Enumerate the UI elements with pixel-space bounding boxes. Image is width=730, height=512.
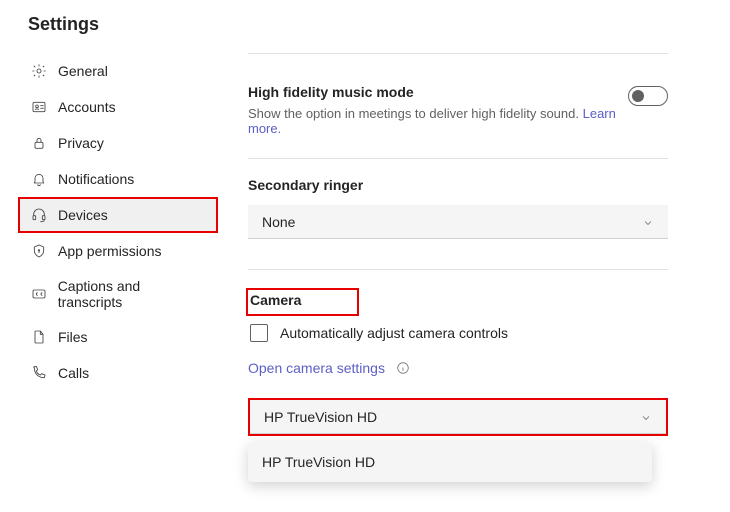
id-card-icon <box>30 98 48 116</box>
bell-icon <box>30 170 48 188</box>
auto-adjust-label: Automatically adjust camera controls <box>280 325 508 341</box>
music-mode-section: High fidelity music mode Show the option… <box>248 54 668 158</box>
headset-icon <box>30 206 48 224</box>
camera-title-highlight: Camera <box>246 288 359 316</box>
sidebar-item-label: Devices <box>58 207 108 223</box>
sidebar-item-devices[interactable]: Devices <box>18 197 218 233</box>
sidebar-item-app-permissions[interactable]: App permissions <box>18 233 218 269</box>
info-icon <box>395 360 411 376</box>
settings-sidebar: General Accounts Privacy Notifications <box>0 53 224 512</box>
music-mode-title: High fidelity music mode <box>248 84 628 100</box>
lock-icon <box>30 134 48 152</box>
open-camera-settings-link[interactable]: Open camera settings <box>248 360 385 376</box>
settings-main: High fidelity music mode Show the option… <box>224 53 730 512</box>
camera-select[interactable]: HP TrueVision HD <box>250 400 666 434</box>
chevron-down-icon <box>642 216 654 228</box>
sidebar-item-general[interactable]: General <box>18 53 218 89</box>
auto-adjust-checkbox[interactable] <box>250 324 268 342</box>
camera-section: Camera Automatically adjust camera contr… <box>248 270 668 482</box>
secondary-ringer-title: Secondary ringer <box>248 177 668 193</box>
gear-icon <box>30 62 48 80</box>
secondary-ringer-value: None <box>262 214 295 230</box>
secondary-ringer-select[interactable]: None <box>248 205 668 239</box>
sidebar-item-files[interactable]: Files <box>18 319 218 355</box>
camera-select-highlight: HP TrueVision HD <box>248 398 668 436</box>
camera-select-value: HP TrueVision HD <box>264 409 377 425</box>
shield-icon <box>30 242 48 260</box>
phone-icon <box>30 364 48 382</box>
page-title: Settings <box>0 0 730 53</box>
music-mode-toggle[interactable] <box>628 86 668 106</box>
sidebar-item-notifications[interactable]: Notifications <box>18 161 218 197</box>
sidebar-item-label: Files <box>58 329 88 345</box>
sidebar-item-captions[interactable]: Captions and transcripts <box>18 269 218 319</box>
sidebar-item-label: Privacy <box>58 135 104 151</box>
camera-title: Camera <box>250 292 301 308</box>
music-mode-desc-text: Show the option in meetings to deliver h… <box>248 106 579 121</box>
sidebar-item-label: Captions and transcripts <box>58 278 206 310</box>
music-mode-desc: Show the option in meetings to deliver h… <box>248 106 628 136</box>
sidebar-item-label: App permissions <box>58 243 162 259</box>
sidebar-item-label: Notifications <box>58 171 134 187</box>
sidebar-item-label: Accounts <box>58 99 116 115</box>
sidebar-item-calls[interactable]: Calls <box>18 355 218 391</box>
sidebar-item-accounts[interactable]: Accounts <box>18 89 218 125</box>
sidebar-item-privacy[interactable]: Privacy <box>18 125 218 161</box>
auto-adjust-row: Automatically adjust camera controls <box>248 324 668 342</box>
cc-icon <box>30 285 48 303</box>
secondary-ringer-section: Secondary ringer None <box>248 159 668 269</box>
sidebar-item-label: Calls <box>58 365 89 381</box>
sidebar-item-label: General <box>58 63 108 79</box>
camera-option[interactable]: HP TrueVision HD <box>248 442 652 482</box>
camera-dropdown: HP TrueVision HD <box>248 442 652 482</box>
chevron-down-icon <box>640 411 652 423</box>
file-icon <box>30 328 48 346</box>
